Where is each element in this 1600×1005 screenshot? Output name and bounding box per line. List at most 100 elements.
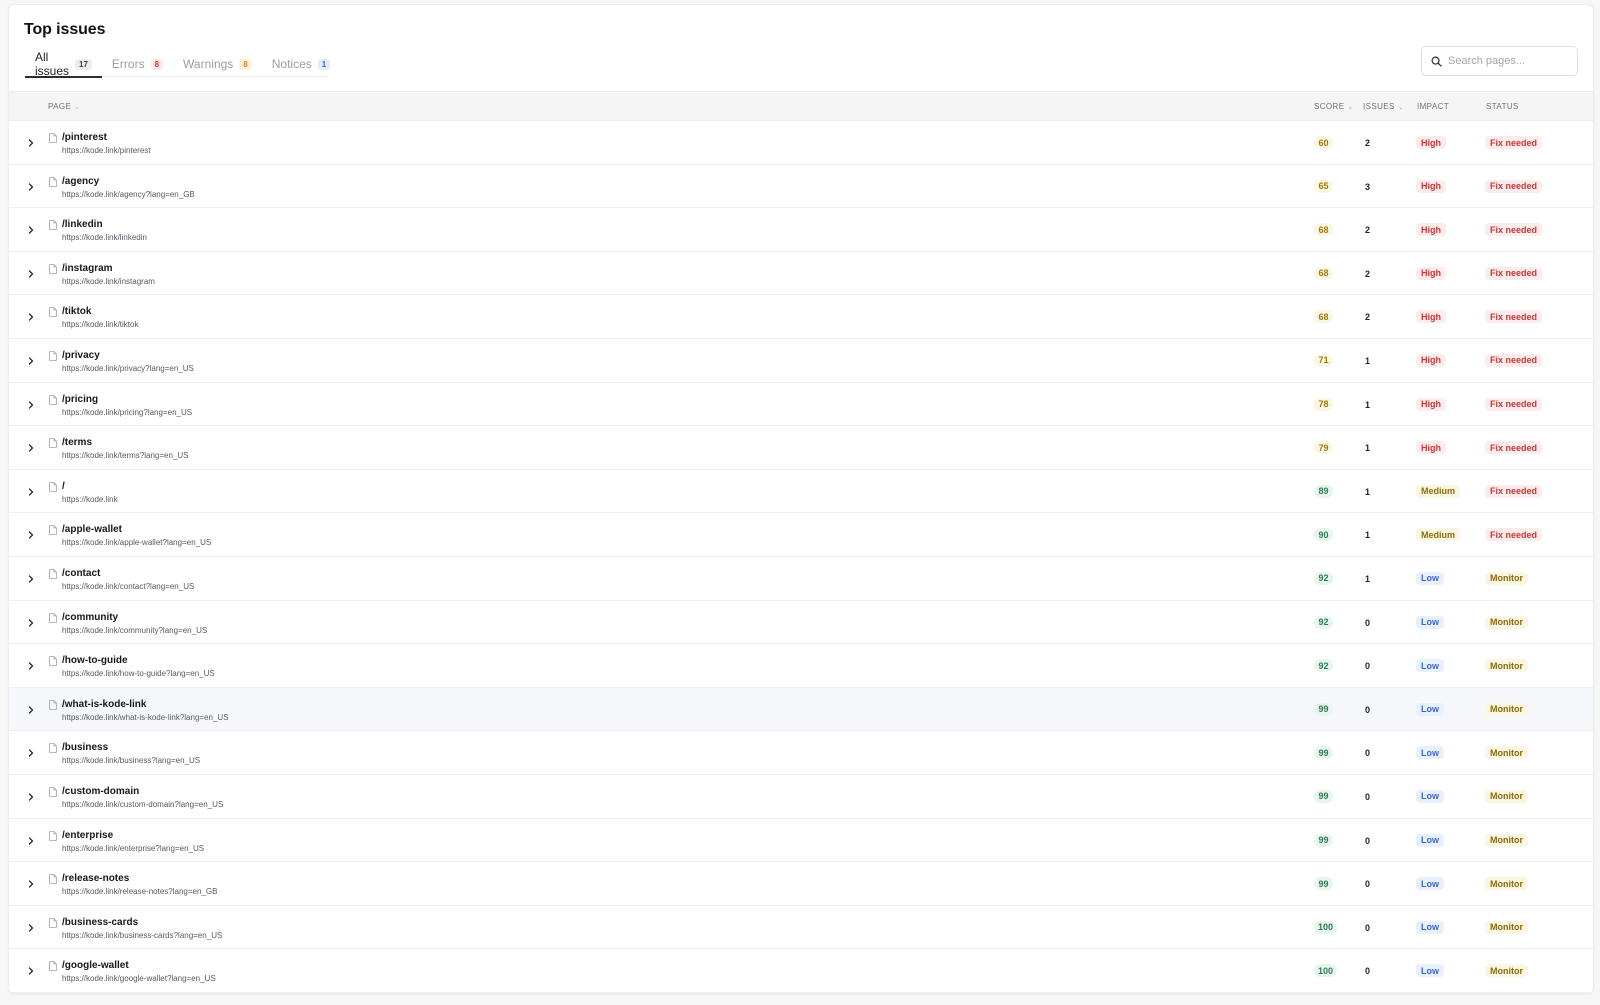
page-url: https://kode.link/release-notes?lang=en_… [62, 887, 218, 897]
document-icon [49, 481, 57, 492]
status-badge: Monitor [1485, 746, 1528, 760]
column-header-page[interactable]: PAGE ⌄ [48, 102, 81, 111]
tab-warnings[interactable]: Warnings 8 [173, 51, 262, 77]
table-row[interactable]: /release-notes https://kode.link/release-… [9, 862, 1593, 906]
page-path[interactable]: /terms [62, 437, 92, 448]
chevron-right-icon[interactable] [26, 792, 36, 802]
table-row[interactable]: /google-wallet https://kode.link/google-w… [9, 949, 1593, 993]
table-row[interactable]: /pricing https://kode.link/pricing?lang=e… [9, 383, 1593, 427]
impact-badge: High [1416, 397, 1446, 411]
table-row[interactable]: / https://kode.link 89 1 Medium Fix needed [9, 470, 1593, 514]
page-path[interactable]: /google-wallet [62, 960, 129, 971]
table-row[interactable]: /how-to-guide https://kode.link/how-to-gu… [9, 644, 1593, 688]
table-row[interactable]: /tiktok https://kode.link/tiktok 68 2 High Fi… [9, 295, 1593, 339]
status-badge: Monitor [1485, 833, 1528, 847]
page-path[interactable]: /release-notes [62, 873, 129, 884]
tab-notices[interactable]: Notices 1 [262, 51, 340, 77]
chevron-right-icon[interactable] [26, 748, 36, 758]
table-row[interactable]: /custom-domain https://kode.link/custom-d… [9, 775, 1593, 819]
table-row[interactable]: /what-is-kode-link https://kode.link/what… [9, 687, 1593, 732]
table-row[interactable]: /contact https://kode.link/contact?lang=e… [9, 557, 1593, 601]
page-path[interactable]: /linkedin [62, 219, 103, 230]
page-path[interactable]: /enterprise [62, 830, 113, 841]
page-path[interactable]: /agency [62, 176, 99, 187]
page-path[interactable]: /privacy [62, 350, 100, 361]
issues-count: 2 [1365, 312, 1371, 323]
chevron-right-icon[interactable] [26, 661, 36, 671]
chevron-right-icon[interactable] [26, 574, 36, 584]
column-header-issues[interactable]: ISSUES ⌄ [1363, 102, 1404, 111]
status-badge: Fix needed [1485, 179, 1543, 193]
page-path[interactable]: /tiktok [62, 306, 91, 317]
chevron-right-icon[interactable] [26, 400, 36, 410]
column-header-impact: IMPACT [1417, 102, 1449, 111]
table-row[interactable]: /terms https://kode.link/terms?lang=en_US… [9, 426, 1593, 470]
table-row[interactable]: /instagram https://kode.link/instagram 68 2… [9, 252, 1593, 296]
issues-count: 0 [1365, 791, 1371, 802]
page-path[interactable]: /pricing [62, 394, 98, 405]
chevron-right-icon[interactable] [26, 966, 36, 976]
column-header-score[interactable]: SCORE ⌄ [1314, 102, 1354, 111]
chevron-right-icon[interactable] [26, 923, 36, 933]
chevron-right-icon[interactable] [26, 312, 36, 322]
issues-count: 0 [1365, 835, 1371, 846]
chevron-right-icon[interactable] [26, 879, 36, 889]
card-header: Top issues All issues 17 Errors 8 Warnin… [9, 5, 1593, 91]
sort-caret-icon: ⌄ [1397, 103, 1405, 111]
chevron-right-icon[interactable] [26, 487, 36, 497]
table-row[interactable]: /community https://kode.link/community?la… [9, 601, 1593, 645]
chevron-right-icon[interactable] [26, 138, 36, 148]
page-url: https://kode.link/instagram [62, 276, 155, 286]
search-input[interactable] [1448, 55, 1568, 67]
impact-badge: Low [1416, 920, 1444, 934]
table-row[interactable]: /linkedin https://kode.link/linkedin 68 2 Hi… [9, 208, 1593, 252]
status-badge: Monitor [1485, 789, 1528, 803]
tab-label: Warnings [183, 57, 234, 71]
tab-errors[interactable]: Errors 8 [102, 51, 173, 77]
table-row[interactable]: /business-cards https://kode.link/busines… [9, 906, 1593, 950]
tab-all-issues[interactable]: All issues 17 [25, 50, 102, 78]
table-row[interactable]: /agency https://kode.link/agency?lang=en_… [9, 165, 1593, 209]
table-row[interactable]: /pinterest https://kode.link/pinterest 60 2… [9, 121, 1593, 165]
score-badge: 92 [1314, 659, 1333, 673]
table-row[interactable]: /privacy https://kode.link/privacy?lang=e… [9, 339, 1593, 383]
status-badge: Monitor [1485, 659, 1528, 673]
score-badge: 99 [1314, 877, 1333, 891]
page-path[interactable]: /pinterest [62, 132, 107, 143]
search-box[interactable] [1421, 46, 1578, 76]
column-label: PAGE [48, 102, 72, 111]
page-path[interactable]: /business [62, 742, 108, 753]
page-path[interactable]: /apple-wallet [62, 524, 122, 535]
chevron-right-icon[interactable] [26, 530, 36, 540]
page-path[interactable]: /what-is-kode-link [62, 699, 146, 710]
chevron-right-icon[interactable] [26, 705, 36, 715]
page-url: https://kode.link/privacy?lang=en_US [62, 363, 194, 373]
page-url: https://kode.link/enterprise?lang=en_US [62, 843, 205, 853]
page-path[interactable]: /custom-domain [62, 786, 139, 797]
impact-badge: High [1416, 266, 1446, 280]
chevron-right-icon[interactable] [26, 225, 36, 235]
table-row[interactable]: /business https://kode.link/business?lang… [9, 731, 1593, 775]
score-badge: 65 [1314, 179, 1333, 193]
issues-count: 0 [1365, 879, 1371, 890]
chevron-right-icon[interactable] [26, 836, 36, 846]
status-badge: Fix needed [1485, 353, 1543, 367]
score-badge: 68 [1314, 266, 1333, 280]
document-icon [49, 438, 57, 448]
chevron-right-icon[interactable] [26, 182, 36, 192]
table-row[interactable]: /apple-wallet https://kode.link/apple-wal… [9, 513, 1593, 557]
page-path[interactable]: /community [62, 612, 118, 623]
impact-badge: Medium [1416, 528, 1461, 542]
table-row[interactable]: /enterprise https://kode.link/enterprise?… [9, 819, 1593, 863]
chevron-right-icon[interactable] [26, 269, 36, 279]
page-path[interactable]: /business-cards [62, 917, 138, 928]
page-path[interactable]: / [62, 481, 65, 492]
score-badge: 68 [1314, 223, 1333, 237]
chevron-right-icon[interactable] [26, 618, 36, 628]
chevron-right-icon[interactable] [26, 356, 36, 366]
column-label: STATUS [1486, 102, 1519, 111]
page-path[interactable]: /contact [62, 568, 100, 579]
page-path[interactable]: /how-to-guide [62, 655, 128, 666]
chevron-right-icon[interactable] [26, 443, 36, 453]
page-path[interactable]: /instagram [62, 263, 113, 274]
